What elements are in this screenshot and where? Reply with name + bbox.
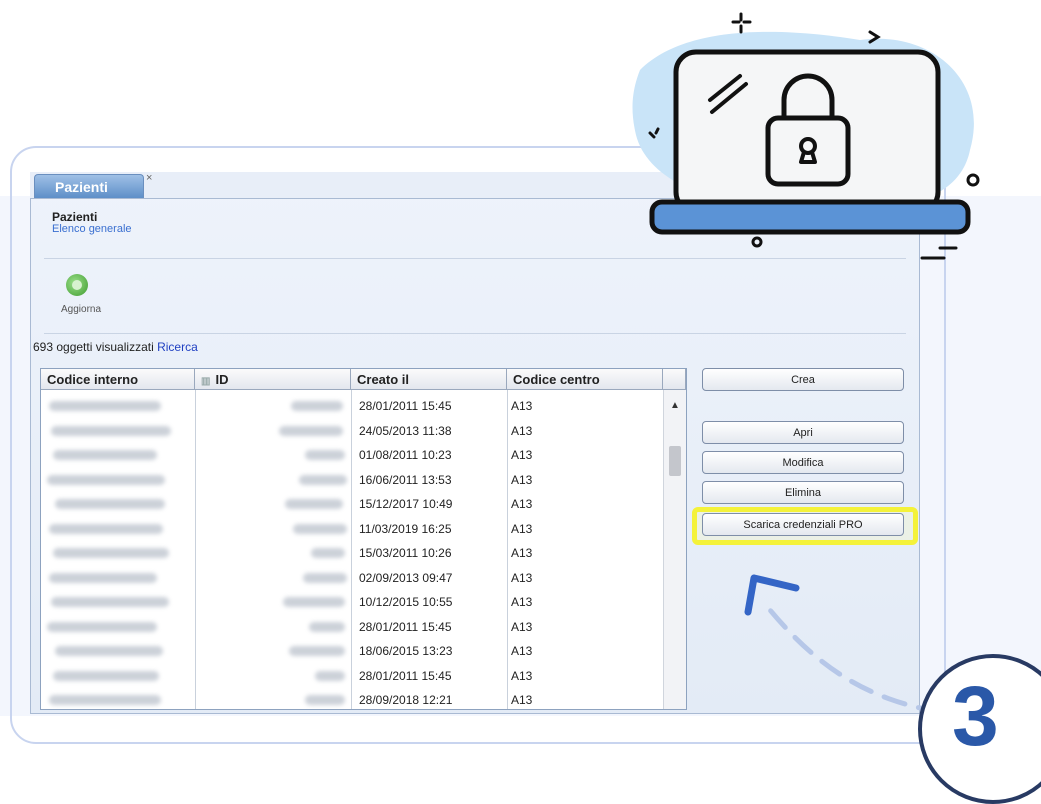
decoration-layer — [632, 12, 980, 715]
arrow-head — [744, 574, 800, 616]
step-number: 3 — [952, 669, 999, 763]
dashed-arrow — [767, 607, 943, 715]
